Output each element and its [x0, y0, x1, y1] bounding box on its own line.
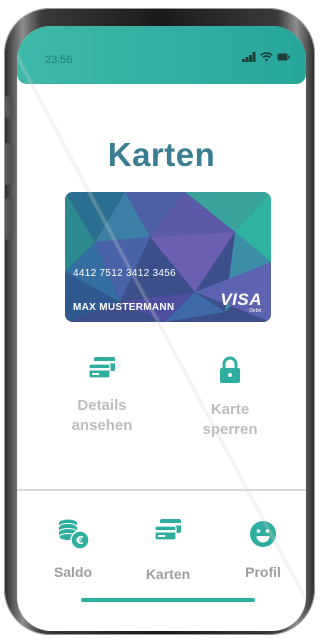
nav-label-karten: Karten: [145, 566, 191, 582]
nav-item-saldo[interactable]: € Saldo: [28, 518, 118, 580]
status-icons: [242, 52, 290, 62]
lock-label-line1: Karte: [210, 401, 250, 418]
mute-switch: [5, 96, 10, 118]
page-title: Karten: [107, 136, 216, 173]
cards-icon: [154, 519, 181, 541]
bottom-nav-divider: [17, 489, 306, 491]
status-time: 23:56: [45, 54, 73, 66]
card-brand-logo: VISA: [220, 290, 262, 309]
card-holder-name: MAX MUSTERMANN: [73, 302, 175, 313]
volume-up-button: [5, 143, 10, 185]
karte-sperren-button[interactable]: Karte sperren: [175, 356, 285, 440]
phone-frame: 23:56 Karten 4412 7512 3412 3456 MAX MUS…: [4, 8, 315, 635]
cards-icon: [88, 357, 115, 379]
lock-icon: [220, 356, 240, 383]
card-brand-sub: Debit: [249, 308, 261, 314]
details-ansehen-button[interactable]: Details ansehen: [47, 356, 157, 436]
nav-label-profil: Profil: [245, 564, 281, 580]
nav-item-karten[interactable]: Karten: [123, 518, 213, 582]
volume-down-button: [5, 198, 10, 240]
svg-text:€: €: [75, 534, 84, 547]
nav-label-saldo: Saldo: [53, 564, 93, 580]
card-number: 4412 7512 3412 3456: [73, 268, 177, 279]
details-label-line2: ansehen: [71, 417, 133, 434]
lock-label-line2: sperren: [202, 421, 258, 438]
details-label-line1: Details: [77, 397, 127, 414]
nav-item-profil[interactable]: Profil: [218, 520, 306, 580]
payment-card[interactable]: 4412 7512 3412 3456 MAX MUSTERMANN VISA …: [65, 192, 271, 322]
status-bar: 23:56: [17, 26, 306, 84]
signal-icon: [242, 52, 256, 62]
battery-icon: [277, 53, 290, 61]
smiley-icon: [250, 521, 276, 547]
wifi-icon: [260, 52, 273, 62]
screen: 23:56 Karten 4412 7512 3412 3456 MAX MUS…: [17, 26, 306, 631]
home-indicator[interactable]: [81, 598, 255, 602]
coins-euro-icon: €: [58, 519, 90, 550]
